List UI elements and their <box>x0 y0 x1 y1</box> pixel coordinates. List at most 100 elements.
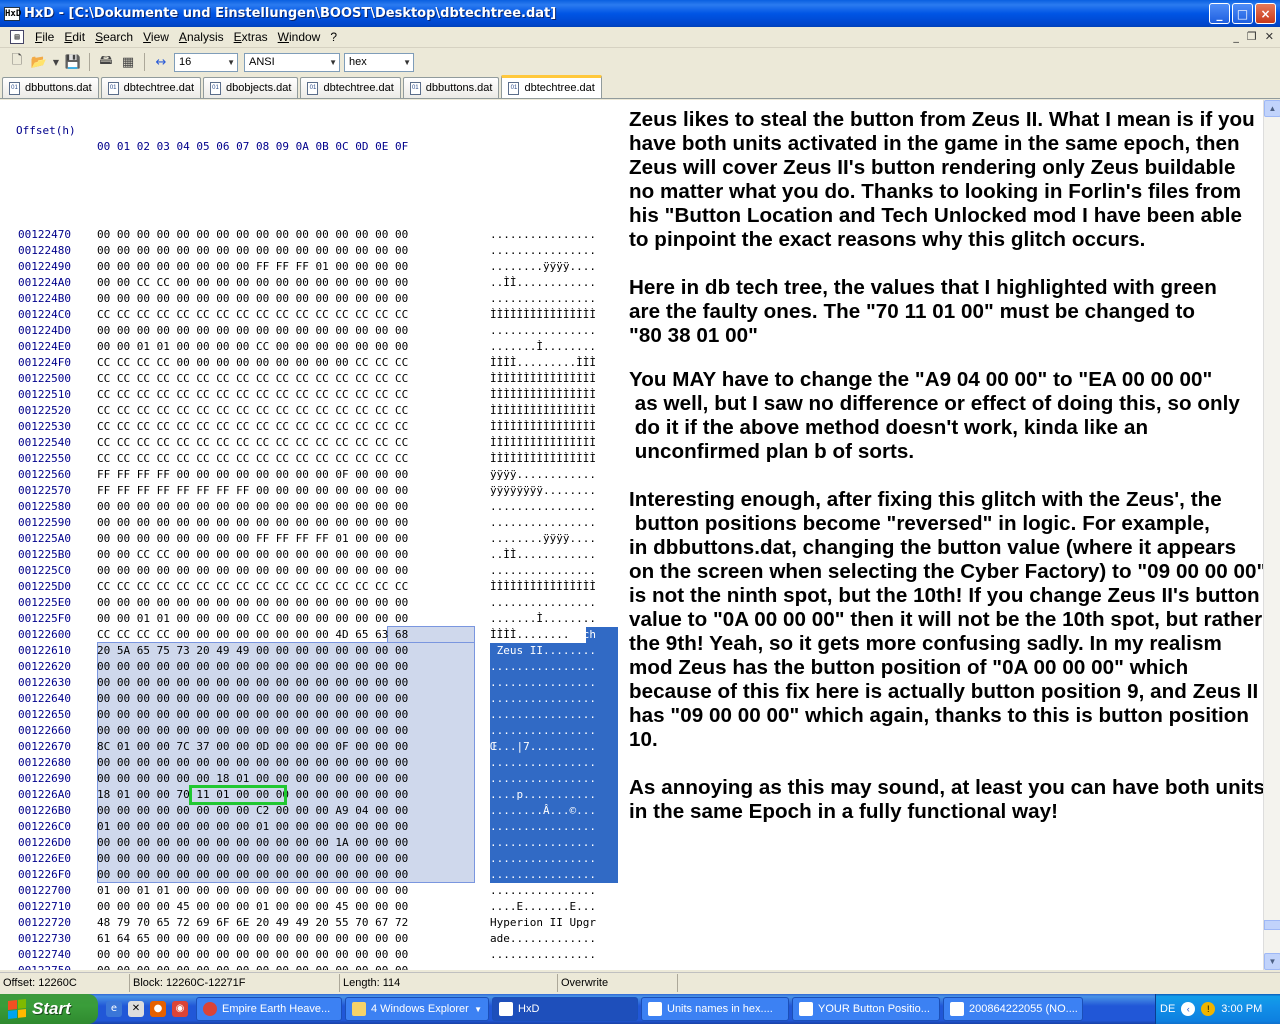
row-ascii[interactable]: .......Ì........ <box>490 611 596 627</box>
hex-row[interactable]: 001225A0 00 00 00 00 00 00 00 00 FF FF FF… <box>0 531 628 547</box>
chevron-down-icon[interactable]: ▼ <box>329 58 337 67</box>
row-bytes[interactable]: CC CC CC CC 00 00 00 00 00 00 00 00 4D 6… <box>97 627 408 643</box>
tab-dbtechtree-active[interactable]: 01 dbtechtree.dat <box>501 75 602 98</box>
scroll-up-button[interactable]: ▲ <box>1264 100 1280 117</box>
row-bytes[interactable]: 00 00 00 00 00 00 00 00 00 00 00 00 00 0… <box>97 563 408 579</box>
row-bytes[interactable]: 48 79 70 65 72 69 6F 6E 20 49 49 20 55 7… <box>97 915 408 931</box>
row-ascii[interactable]: ................ <box>490 291 596 307</box>
open-folder-icon[interactable]: 📂 <box>30 53 48 71</box>
hex-row[interactable]: 00122730 61 64 65 00 00 00 00 00 00 00 00… <box>0 931 628 947</box>
tab-dbtechtree-1[interactable]: 01 dbtechtree.dat <box>100 77 202 98</box>
menu-edit[interactable]: Edit <box>59 30 90 44</box>
hex-row[interactable]: 00122750 00 00 00 00 00 00 00 00 00 00 00… <box>0 963 628 970</box>
row-ascii[interactable]: Œ...|7.......... <box>490 739 596 755</box>
row-ascii[interactable]: ÌÌÌÌ........Mech <box>490 627 596 643</box>
hex-row[interactable]: 00122610 20 5A 65 75 73 20 49 49 00 00 00… <box>0 643 628 659</box>
hex-row[interactable]: 001225C0 00 00 00 00 00 00 00 00 00 00 00… <box>0 563 628 579</box>
hex-row[interactable]: 00122480 00 00 00 00 00 00 00 00 00 00 00… <box>0 243 628 259</box>
row-bytes[interactable]: 00 00 00 00 00 00 00 00 00 00 00 00 00 0… <box>97 675 408 691</box>
hxd-quicklaunch-icon[interactable]: ✕ <box>128 1001 144 1017</box>
row-bytes[interactable]: 00 00 00 00 00 00 00 00 00 00 00 00 00 0… <box>97 323 408 339</box>
hex-row[interactable]: 00122590 00 00 00 00 00 00 00 00 00 00 00… <box>0 515 628 531</box>
hex-row[interactable]: 001226D0 00 00 00 00 00 00 00 00 00 00 00… <box>0 835 628 851</box>
row-ascii[interactable]: ................ <box>490 243 596 259</box>
row-ascii[interactable]: ................ <box>490 947 596 963</box>
hex-row[interactable]: 001224E0 00 00 01 01 00 00 00 00 CC 00 00… <box>0 339 628 355</box>
explorer-quicklaunch-icon[interactable]: e <box>106 1001 122 1017</box>
hex-row[interactable]: 00122600 CC CC CC CC 00 00 00 00 00 00 00… <box>0 627 628 643</box>
menu-window[interactable]: Window <box>273 30 326 44</box>
row-ascii[interactable]: ................ <box>490 595 596 611</box>
row-bytes[interactable]: CC CC CC CC 00 00 00 00 00 00 00 00 00 C… <box>97 355 408 371</box>
row-ascii[interactable]: ÌÌÌÌÌÌÌÌÌÌÌÌÌÌÌÌ <box>490 579 596 595</box>
tab-dbbuttons-1[interactable]: 01 dbbuttons.dat <box>2 77 99 98</box>
row-bytes[interactable]: 01 00 00 00 00 00 00 00 01 00 00 00 00 0… <box>97 819 408 835</box>
chevron-down-icon[interactable]: ▼ <box>227 58 235 67</box>
status-mode[interactable]: Overwrite <box>558 973 678 992</box>
hex-row[interactable]: 001224B0 00 00 00 00 00 00 00 00 00 00 00… <box>0 291 628 307</box>
row-bytes[interactable]: 8C 01 00 00 7C 37 00 00 0D 00 00 00 0F 0… <box>97 739 408 755</box>
open-disk-icon[interactable]: 🖴 <box>97 53 115 71</box>
firefox-quicklaunch-icon[interactable]: ● <box>150 1001 166 1017</box>
row-ascii[interactable]: ÌÌÌÌ.........ÌÌÌ <box>490 355 596 371</box>
hex-row[interactable]: 00122550 CC CC CC CC CC CC CC CC CC CC CC… <box>0 451 628 467</box>
row-ascii[interactable]: ................ <box>490 675 596 691</box>
scroll-down-button[interactable]: ▼ <box>1264 953 1280 970</box>
dropdown-arrow-icon[interactable]: ▼ <box>52 53 60 71</box>
row-ascii[interactable]: ................ <box>490 659 596 675</box>
row-ascii[interactable]: ........ÿÿÿÿ.... <box>490 531 596 547</box>
row-ascii[interactable]: ÌÌÌÌÌÌÌÌÌÌÌÌÌÌÌÌ <box>490 371 596 387</box>
task-image[interactable]: 200864222055 (NO.... <box>943 997 1083 1021</box>
row-ascii[interactable]: ade............. <box>490 931 596 947</box>
hex-row[interactable]: 001224A0 00 00 CC CC 00 00 00 00 00 00 00… <box>0 275 628 291</box>
start-button[interactable]: Start <box>0 994 98 1024</box>
scroll-thumb[interactable] <box>1264 920 1280 930</box>
row-ascii[interactable]: ........Â...©... <box>490 803 596 819</box>
row-ascii[interactable]: ÌÌÌÌÌÌÌÌÌÌÌÌÌÌÌÌ <box>490 451 596 467</box>
row-bytes[interactable]: 00 00 CC CC 00 00 00 00 00 00 00 00 00 0… <box>97 547 408 563</box>
hex-row[interactable]: 001224D0 00 00 00 00 00 00 00 00 00 00 00… <box>0 323 628 339</box>
menu-help[interactable]: ? <box>325 30 342 44</box>
row-bytes[interactable]: 00 00 00 00 00 00 00 00 00 00 00 00 00 0… <box>97 723 408 739</box>
row-bytes[interactable]: FF FF FF FF 00 00 00 00 00 00 00 00 0F 0… <box>97 467 408 483</box>
row-bytes[interactable]: 00 00 00 00 00 00 00 00 00 00 00 00 00 0… <box>97 691 408 707</box>
row-ascii[interactable]: ÌÌÌÌÌÌÌÌÌÌÌÌÌÌÌÌ <box>490 419 596 435</box>
hex-editor-view[interactable]: Offset(h) 00 01 02 03 04 05 06 07 08 09 … <box>0 100 628 970</box>
row-bytes[interactable]: 00 00 00 00 00 00 00 00 00 00 00 00 00 0… <box>97 851 408 867</box>
row-ascii[interactable]: ÌÌÌÌÌÌÌÌÌÌÌÌÌÌÌÌ <box>490 387 596 403</box>
row-bytes[interactable]: 00 00 00 00 00 00 00 00 00 00 00 00 1A 0… <box>97 835 408 851</box>
vertical-scrollbar[interactable]: ▲ ▼ <box>1263 100 1280 970</box>
language-indicator[interactable]: DE <box>1160 1003 1175 1015</box>
row-bytes[interactable]: CC CC CC CC CC CC CC CC CC CC CC CC CC C… <box>97 387 408 403</box>
row-bytes[interactable]: CC CC CC CC CC CC CC CC CC CC CC CC CC C… <box>97 403 408 419</box>
row-bytes[interactable]: CC CC CC CC CC CC CC CC CC CC CC CC CC C… <box>97 307 408 323</box>
hex-row[interactable]: 001224F0 CC CC CC CC 00 00 00 00 00 00 00… <box>0 355 628 371</box>
menu-view[interactable]: View <box>138 30 174 44</box>
row-bytes[interactable]: 00 00 CC CC 00 00 00 00 00 00 00 00 00 0… <box>97 275 408 291</box>
hex-row[interactable]: 001226F0 00 00 00 00 00 00 00 00 00 00 00… <box>0 867 628 883</box>
new-file-icon[interactable]: 🗋 <box>8 53 26 71</box>
row-bytes[interactable]: 00 00 00 00 00 00 00 00 C2 00 00 00 A9 0… <box>97 803 408 819</box>
row-bytes[interactable]: CC CC CC CC CC CC CC CC CC CC CC CC CC C… <box>97 579 408 595</box>
row-bytes[interactable]: 00 00 00 00 00 00 00 00 00 00 00 00 00 0… <box>97 867 408 883</box>
row-ascii[interactable]: ................ <box>490 771 596 787</box>
hex-row[interactable]: 001224C0 CC CC CC CC CC CC CC CC CC CC CC… <box>0 307 628 323</box>
row-ascii[interactable]: ................ <box>490 819 596 835</box>
hxd-app-icon[interactable]: HxD <box>4 6 21 21</box>
hex-row[interactable]: 00122740 00 00 00 00 00 00 00 00 00 00 00… <box>0 947 628 963</box>
row-ascii[interactable]: ................ <box>490 755 596 771</box>
hex-row[interactable]: 00122620 00 00 00 00 00 00 00 00 00 00 00… <box>0 659 628 675</box>
tray-expand-icon[interactable]: ‹ <box>1181 1002 1196 1016</box>
hex-row[interactable]: 001225B0 00 00 CC CC 00 00 00 00 00 00 00… <box>0 547 628 563</box>
row-ascii[interactable]: ................ <box>490 835 596 851</box>
row-bytes[interactable]: 00 00 00 00 00 00 00 00 00 00 00 00 00 0… <box>97 755 408 771</box>
tab-dbtechtree-2[interactable]: 01 dbtechtree.dat <box>300 77 401 98</box>
minimize-button[interactable]: _ <box>1209 3 1230 24</box>
hex-row[interactable]: 00122570 FF FF FF FF FF FF FF FF 00 00 00… <box>0 483 628 499</box>
row-ascii[interactable]: ÌÌÌÌÌÌÌÌÌÌÌÌÌÌÌÌ <box>490 403 596 419</box>
mdi-restore-icon[interactable]: ❐ <box>1247 30 1257 43</box>
hex-row[interactable]: 00122690 00 00 00 00 00 00 18 01 00 00 00… <box>0 771 628 787</box>
row-ascii[interactable]: ..ÌÌ............ <box>490 547 596 563</box>
hex-row[interactable]: 00122470 00 00 00 00 00 00 00 00 00 00 00… <box>0 227 628 243</box>
row-ascii[interactable]: ................ <box>490 883 596 899</box>
